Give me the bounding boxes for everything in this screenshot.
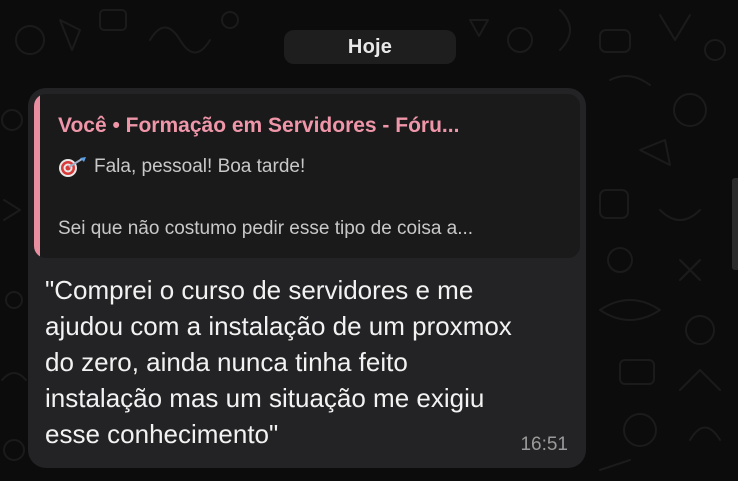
chat-screen: Hoje Você • Formação em Servidores - Fór… xyxy=(0,0,738,481)
scrollbar[interactable] xyxy=(732,178,738,270)
quote-first-line-text: Fala, pessoal! Boa tarde! xyxy=(94,156,306,177)
message-bubble[interactable]: Você • Formação em Servidores - Fóru... … xyxy=(28,88,586,468)
quote-first-line: Fala, pessoal! Boa tarde! xyxy=(58,156,305,178)
quote-accent-bar xyxy=(34,94,40,258)
date-separator: Hoje xyxy=(284,30,456,64)
quote-second-line: Sei que não costumo pedir esse tipo de c… xyxy=(58,218,474,239)
message-timestamp: 16:51 xyxy=(520,434,568,455)
message-text: "Comprei o curso de servidores e me ajud… xyxy=(45,275,512,449)
target-dart-icon xyxy=(58,156,88,178)
quoted-message[interactable]: Você • Formação em Servidores - Fóru... … xyxy=(34,94,580,258)
quote-author: Você • Formação em Servidores - Fóru... xyxy=(58,114,460,137)
